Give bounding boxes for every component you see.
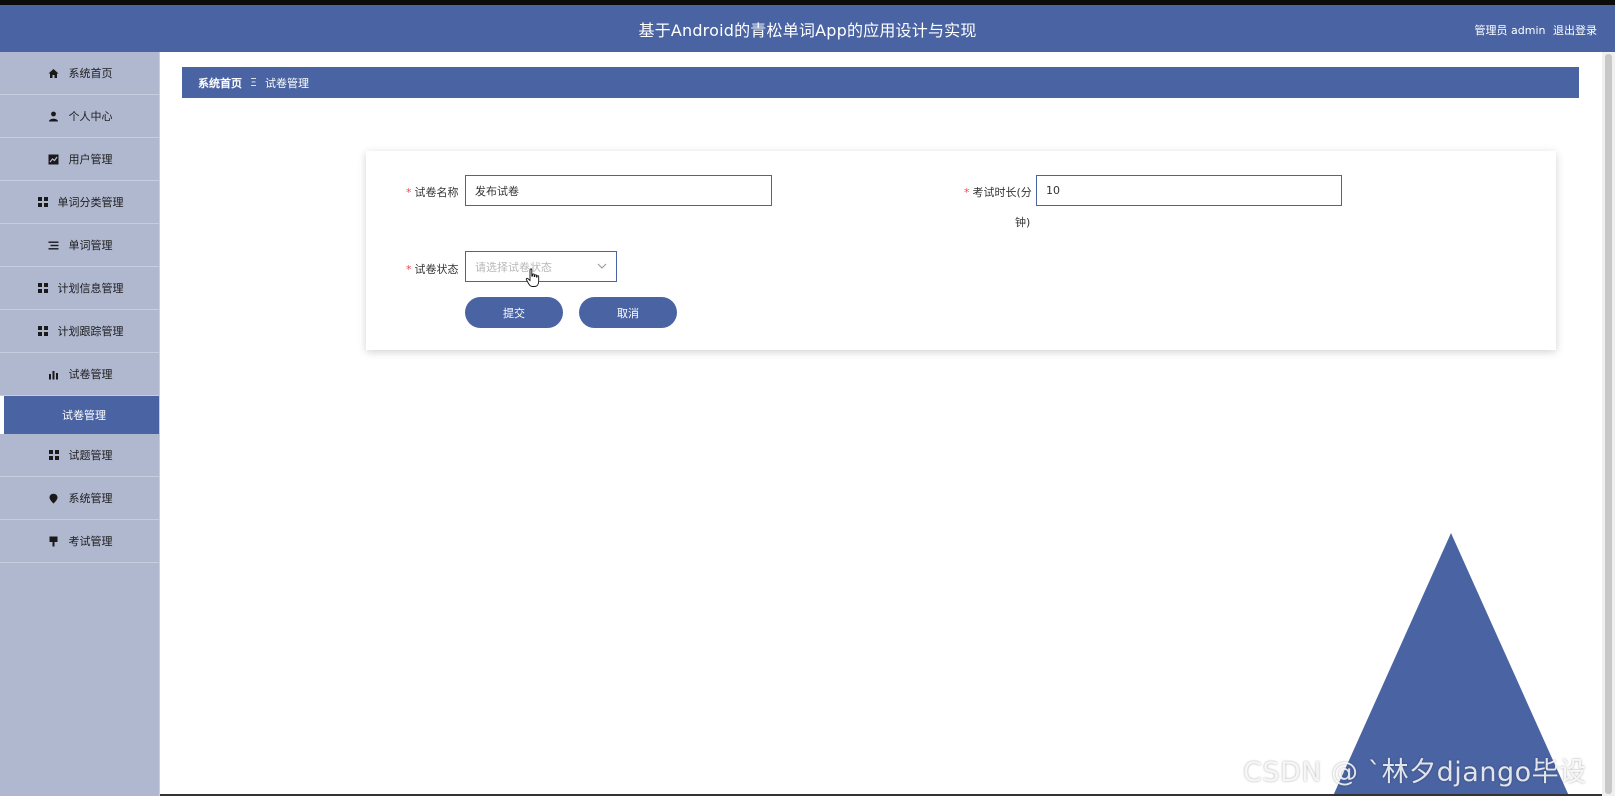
pushpin-icon (47, 534, 61, 548)
page-scrollbar[interactable] (1602, 52, 1615, 796)
admin-label: 管理员 admin (1474, 24, 1546, 37)
sidebar-item-system[interactable]: 系统管理 (0, 477, 159, 520)
grid-icon (36, 195, 50, 209)
app-header: 基于Android的青松单词App的应用设计与实现 管理员 admin 退出登录 (0, 5, 1615, 52)
hand-cursor-icon (525, 268, 541, 292)
chevron-down-icon (597, 261, 607, 272)
csdn-watermark: CSDN @ ˋ林夕django毕设 (1243, 757, 1587, 788)
home-icon (47, 66, 61, 80)
breadcrumb-separator: Ξ (250, 76, 257, 89)
sidebar-item-label: 系统管理 (68, 492, 113, 505)
grid-icon (36, 324, 50, 338)
breadcrumb: 系统首页 Ξ 试卷管理 (182, 67, 1579, 98)
sidebar-item-label: 计划跟踪管理 (57, 325, 124, 338)
sidebar-item-users[interactable]: 用户管理 (0, 138, 159, 181)
bar-chart-icon (47, 367, 61, 381)
sidebar-item-plan-info[interactable]: 计划信息管理 (0, 267, 159, 310)
paper-form-card: * 试卷名称 发布试卷 * 考试时长(分 钟) 10 * 试卷状态 请选择试卷状态 提… (366, 151, 1556, 350)
user-icon (47, 109, 61, 123)
sidebar-item-questions[interactable]: 试题管理 (0, 434, 159, 477)
sidebar-item-label: 考试管理 (68, 535, 113, 548)
sidebar: 系统首页 个人中心 用户管理 单词分类管理 单词管理 计划信息管理 计划跟踪管理… (0, 52, 160, 796)
logout-link[interactable]: 退出登录 (1553, 24, 1597, 37)
breadcrumb-current: 试卷管理 (264, 76, 309, 90)
chart-area-icon (47, 152, 61, 166)
submit-button[interactable]: 提交 (465, 297, 563, 328)
user-area: 管理员 admin 退出登录 (1471, 22, 1597, 38)
breadcrumb-home[interactable]: 系统首页 (198, 75, 242, 91)
sidebar-subitem-papers[interactable]: 试卷管理 (0, 396, 159, 434)
exam-duration-label: * 考试时长(分 (964, 186, 1032, 199)
grid-icon (47, 448, 61, 462)
sidebar-item-exams[interactable]: 考试管理 (0, 520, 159, 563)
paper-name-input[interactable]: 发布试卷 (465, 175, 772, 206)
required-mark: * (406, 186, 412, 199)
sidebar-item-word-category[interactable]: 单词分类管理 (0, 181, 159, 224)
exam-duration-label-wrap: 钟) (1015, 216, 1031, 229)
cancel-button[interactable]: 取消 (579, 297, 677, 328)
list-icon (47, 238, 61, 252)
sidebar-item-label: 单词分类管理 (57, 196, 124, 209)
pin-icon (47, 491, 61, 505)
sidebar-item-label: 个人中心 (68, 110, 113, 123)
grid-icon (36, 281, 50, 295)
paper-status-label: * 试卷状态 (406, 263, 459, 276)
scrollbar-thumb[interactable] (1605, 54, 1612, 794)
required-mark: * (406, 263, 412, 276)
sidebar-item-label: 用户管理 (68, 153, 113, 166)
sidebar-item-home[interactable]: 系统首页 (0, 52, 159, 95)
sidebar-item-plan-tracking[interactable]: 计划跟踪管理 (0, 310, 159, 353)
sidebar-subitem-label: 试卷管理 (62, 409, 106, 422)
paper-name-label: * 试卷名称 (406, 186, 459, 199)
sidebar-item-label: 试题管理 (68, 449, 113, 462)
sidebar-item-label: 单词管理 (68, 239, 113, 252)
exam-duration-input[interactable]: 10 (1036, 175, 1342, 206)
sidebar-item-words[interactable]: 单词管理 (0, 224, 159, 267)
paper-status-select[interactable]: 请选择试卷状态 (465, 251, 617, 282)
required-mark: * (964, 186, 970, 199)
app-title: 基于Android的青松单词App的应用设计与实现 (638, 21, 977, 40)
sidebar-item-papers[interactable]: 试卷管理 (0, 353, 159, 396)
sidebar-item-label: 试卷管理 (68, 368, 113, 381)
sidebar-item-label: 计划信息管理 (57, 282, 124, 295)
sidebar-item-label: 系统首页 (68, 67, 113, 80)
sidebar-item-profile[interactable]: 个人中心 (0, 95, 159, 138)
